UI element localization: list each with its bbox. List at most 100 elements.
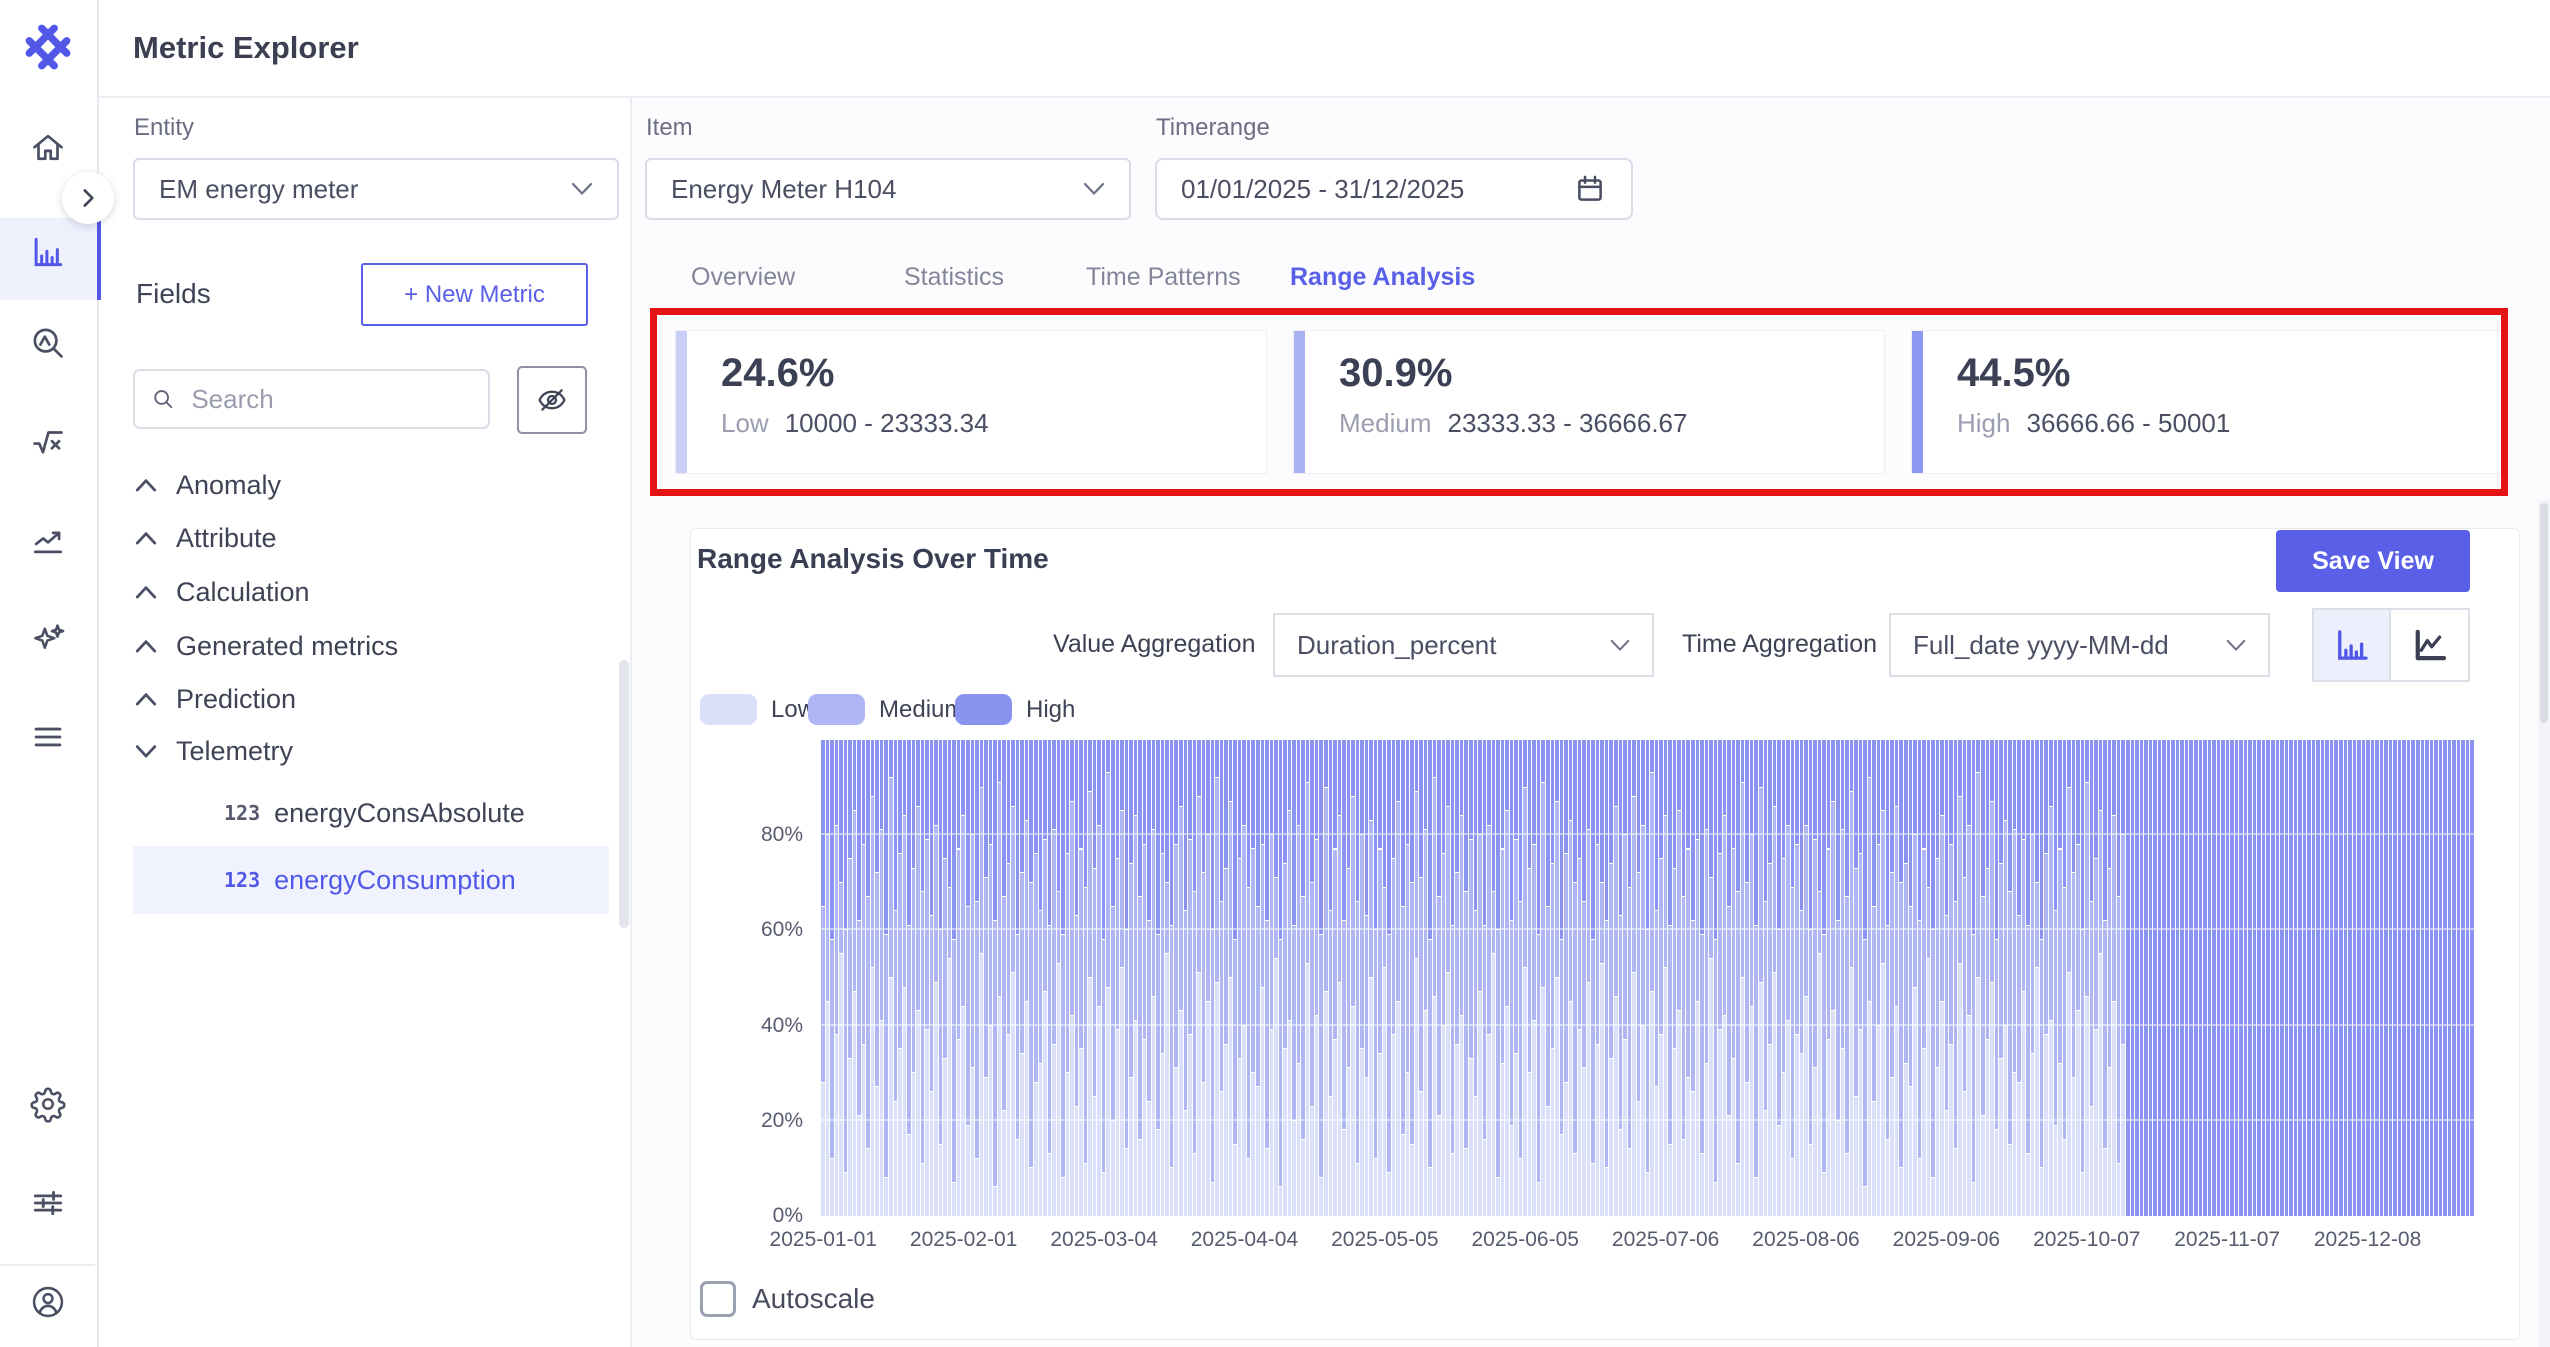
time-aggregation-select[interactable]: Full_date yyyy-MM-dd [1889, 613, 2270, 677]
range-card-medium: 30.9% Medium 23333.33 - 36666.67 [1293, 330, 1885, 474]
number-field-icon: 123 [224, 801, 260, 825]
bar [2276, 740, 2280, 1216]
anomaly-search-icon[interactable] [29, 324, 67, 362]
bar [2253, 740, 2257, 1216]
stacked-bars [821, 740, 2474, 1216]
bar [1836, 740, 1840, 1216]
item-select-value: Energy Meter H104 [671, 174, 896, 205]
bar [1433, 740, 1437, 1216]
bar [1093, 740, 1097, 1216]
tab-overview[interactable]: Overview [691, 263, 795, 292]
item-select[interactable]: Energy Meter H104 [645, 158, 1131, 220]
bar [1940, 740, 1944, 1216]
bar [1020, 740, 1024, 1216]
bar [1845, 740, 1849, 1216]
bar [980, 740, 984, 1216]
page-scrollbar-thumb[interactable] [2540, 503, 2548, 723]
legend-swatch-medium [808, 694, 865, 725]
tree-item-energyConsumption[interactable]: 123 energyConsumption [224, 858, 516, 902]
bar [1442, 740, 1446, 1216]
bar [2112, 740, 2116, 1216]
entity-select[interactable]: EM energy meter [133, 158, 619, 220]
bar [884, 740, 888, 1216]
bar-chart-nav-icon[interactable] [29, 233, 67, 271]
user-avatar-icon[interactable] [29, 1283, 67, 1321]
bar [2180, 740, 2184, 1216]
bar [2022, 740, 2026, 1216]
bar [2058, 740, 2062, 1216]
bar [1360, 740, 1364, 1216]
trend-line-icon[interactable] [29, 521, 67, 559]
tab-range-analysis[interactable]: Range Analysis [1290, 263, 1475, 292]
bar [1288, 740, 1292, 1216]
autoscale-checkbox[interactable] [700, 1281, 736, 1317]
bar [830, 740, 834, 1216]
bar [1754, 740, 1758, 1216]
bar [1193, 740, 1197, 1216]
entity-select-value: EM energy meter [159, 174, 358, 205]
bar [1061, 740, 1065, 1216]
bar [1949, 740, 1953, 1216]
bar [1206, 740, 1210, 1216]
bar [1564, 740, 1568, 1216]
tree-item-label: energyConsumption [274, 865, 516, 896]
tab-statistics[interactable]: Statistics [904, 263, 1004, 292]
tree-group-prediction[interactable]: Prediction [134, 677, 296, 721]
sliders-icon[interactable] [29, 1184, 67, 1222]
range-analysis-chart[interactable] [821, 740, 2474, 1216]
bar [2285, 740, 2289, 1216]
tree-group-anomaly[interactable]: Anomaly [134, 463, 281, 507]
bar [1265, 740, 1269, 1216]
tree-item-label: energyConsAbsolute [274, 798, 525, 829]
bar [1279, 740, 1283, 1216]
sparkles-icon[interactable] [29, 620, 67, 658]
menu-icon[interactable] [29, 718, 67, 756]
bar [2035, 740, 2039, 1216]
hide-fields-button[interactable] [517, 366, 587, 434]
bar [848, 740, 852, 1216]
calendar-icon [1573, 171, 1607, 207]
bar [1333, 740, 1337, 1216]
bar [1705, 740, 1709, 1216]
range-card-label: High [1957, 408, 2010, 439]
bar [1591, 740, 1595, 1216]
bar [1963, 740, 1967, 1216]
bar [2407, 740, 2411, 1216]
fields-scrollbar-thumb[interactable] [619, 660, 629, 928]
tree-group-generated-metrics[interactable]: Generated metrics [134, 624, 398, 668]
bar [1936, 740, 1940, 1216]
bar [2017, 740, 2021, 1216]
tree-group-calculation[interactable]: Calculation [134, 570, 310, 614]
home-icon[interactable] [29, 129, 67, 167]
value-aggregation-select[interactable]: Duration_percent [1273, 613, 1654, 677]
new-metric-button[interactable]: + New Metric [361, 263, 588, 326]
sqrt-icon[interactable] [29, 423, 67, 461]
bar [1745, 740, 1749, 1216]
fields-search[interactable] [133, 369, 490, 429]
bar [1487, 740, 1491, 1216]
tree-group-telemetry[interactable]: Telemetry [134, 729, 293, 773]
y-tick-label: 40% [761, 1014, 803, 1038]
bar [1143, 740, 1147, 1216]
bar [2325, 740, 2329, 1216]
line-chart-toggle[interactable] [2391, 608, 2470, 682]
bar [857, 740, 861, 1216]
save-view-button[interactable]: Save View [2276, 530, 2470, 592]
search-input[interactable] [189, 383, 472, 416]
tree-group-attribute[interactable]: Attribute [134, 516, 277, 560]
tab-time-patterns[interactable]: Time Patterns [1086, 263, 1241, 292]
bar-chart-toggle[interactable] [2312, 608, 2391, 682]
number-field-icon: 123 [224, 868, 260, 892]
app-logo-icon[interactable] [23, 22, 73, 72]
bar [934, 740, 938, 1216]
bar [1102, 740, 1106, 1216]
bar [1773, 740, 1777, 1216]
bar [1628, 740, 1632, 1216]
settings-gear-icon[interactable] [29, 1085, 67, 1123]
timerange-picker[interactable]: 01/01/2025 - 31/12/2025 [1155, 158, 1633, 220]
chevron-up-icon [134, 635, 160, 657]
tree-item-energyConsAbsolute[interactable]: 123 energyConsAbsolute [224, 791, 525, 835]
bar [2312, 740, 2316, 1216]
bar [1319, 740, 1323, 1216]
sidebar-expand-button[interactable] [62, 172, 114, 224]
